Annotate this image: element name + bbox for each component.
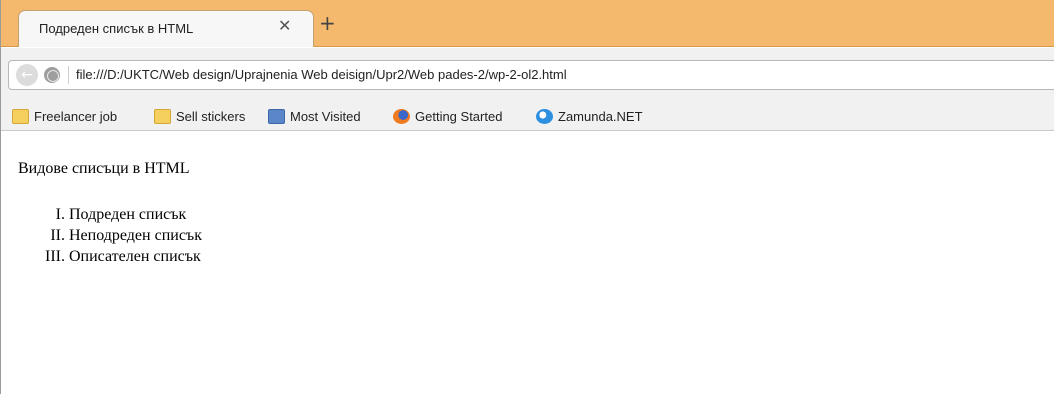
list-item-text: Неподреден списък	[69, 227, 202, 244]
bookmark-getting-started[interactable]: Getting Started	[393, 107, 502, 125]
page-heading: Видове списъци в HTML	[18, 160, 190, 177]
bookmark-most-visited[interactable]: Most Visited	[268, 107, 361, 125]
bookmarks-toolbar: Freelancer job Sell stickers Most Visite…	[1, 101, 1054, 131]
browser-window: Подреден списък в HTML ✕ + ← file:///D:/…	[0, 0, 1054, 394]
bookmark-label: Most Visited	[290, 108, 361, 124]
list-item: I. Подреден списък	[9, 204, 202, 225]
back-arrow-icon: ←	[21, 67, 33, 83]
bookmark-sell-stickers[interactable]: Sell stickers	[154, 107, 245, 125]
zamunda-icon	[536, 108, 553, 124]
tab-title: Подреден списък в HTML	[39, 21, 194, 36]
list-marker: I.	[55, 206, 65, 223]
tab-active[interactable]: Подреден списък в HTML ✕	[18, 10, 314, 47]
bookmark-freelancer-job[interactable]: Freelancer job	[12, 107, 117, 125]
back-button[interactable]: ←	[16, 64, 38, 86]
ordered-list: I. Подреден списък II. Неподреден списък I…	[9, 204, 202, 267]
navigation-bar: ← file:///D:/UKTC/Web design/Uprajnenia …	[1, 48, 1054, 101]
list-item-text: Подреден списък	[69, 206, 187, 223]
address-bar[interactable]: ← file:///D:/UKTC/Web design/Uprajnenia …	[8, 60, 1054, 90]
url-input[interactable]: file:///D:/UKTC/Web design/Uprajnenia We…	[76, 67, 567, 82]
list-marker: II.	[50, 227, 65, 244]
close-icon[interactable]: ✕	[278, 16, 291, 35]
list-item-text: Описателен списък	[69, 248, 201, 265]
page-content: Видове списъци в HTML I. Подреден списък …	[9, 132, 1054, 394]
globe-icon[interactable]	[44, 67, 60, 83]
list-item: II. Неподреден списък	[9, 225, 202, 246]
folder-icon	[12, 108, 29, 124]
bookmark-label: Freelancer job	[34, 108, 118, 124]
tab-strip: Подреден списък в HTML ✕ +	[1, 0, 1054, 47]
new-tab-button[interactable]: +	[319, 11, 336, 35]
folder-icon	[154, 108, 171, 124]
bookmark-label: Zamunda.NET	[558, 108, 643, 124]
most-visited-icon	[268, 108, 285, 124]
firefox-icon	[393, 108, 410, 124]
list-marker: III.	[45, 248, 65, 265]
url-separator	[68, 66, 69, 84]
bookmark-label: Sell stickers	[176, 108, 246, 124]
bookmark-label: Getting Started	[415, 108, 503, 124]
bookmark-zamunda[interactable]: Zamunda.NET	[536, 107, 643, 125]
list-item: III. Описателен списък	[9, 246, 202, 267]
